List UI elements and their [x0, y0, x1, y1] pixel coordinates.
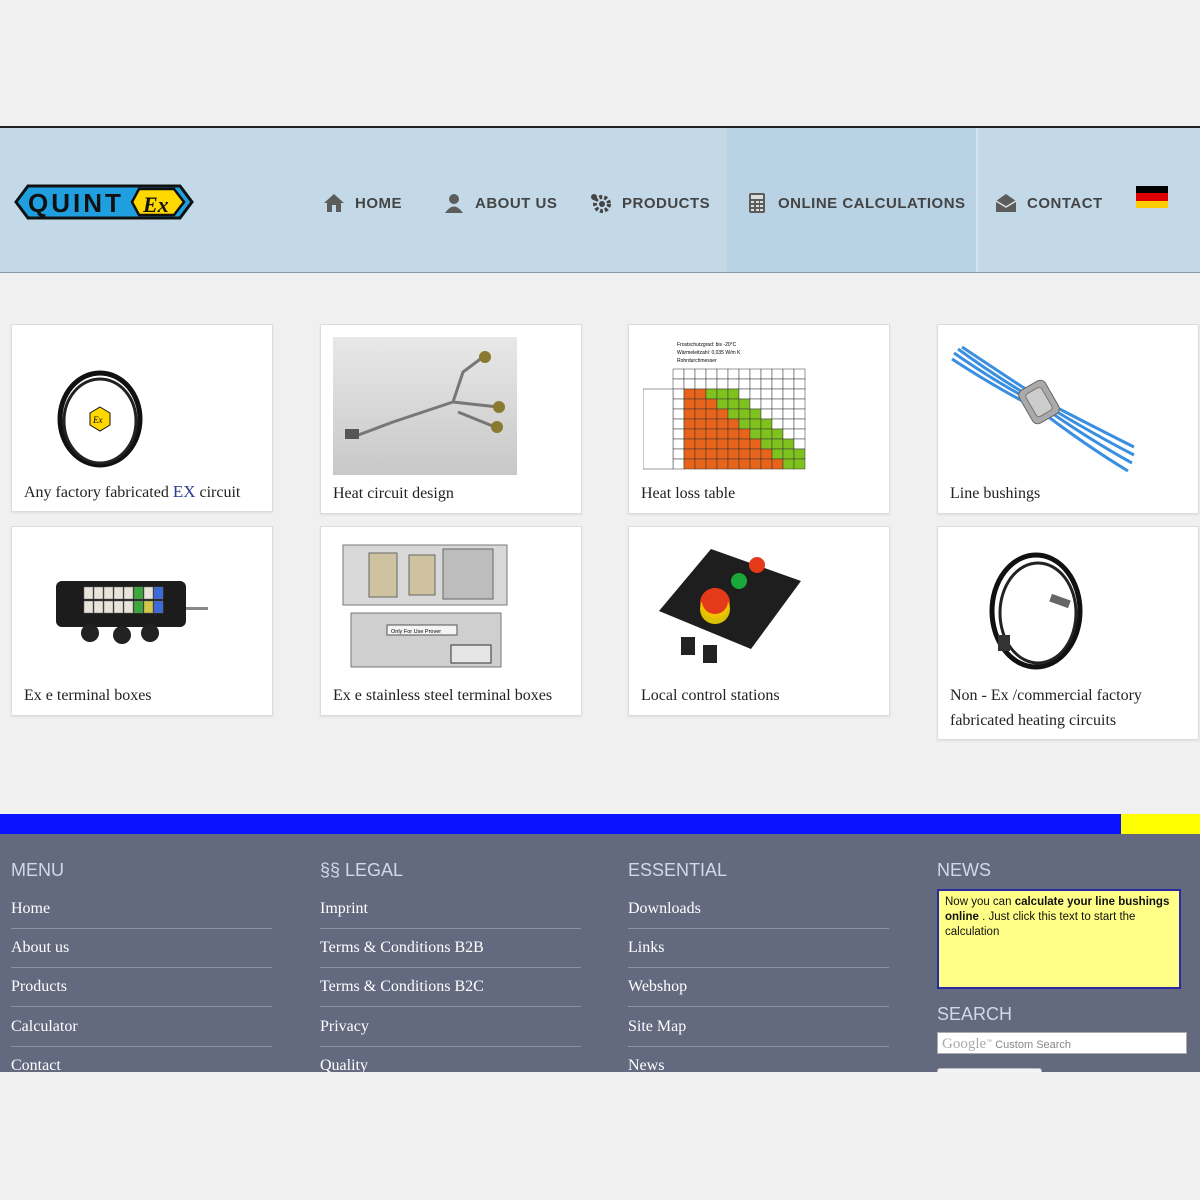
search-placeholder: Custom Search: [995, 1039, 1072, 1051]
footer-link-menu[interactable]: Home: [11, 900, 50, 918]
nav-online-calculations-label: ONLINE CALCULATIONS: [778, 194, 966, 212]
nav-about-us-label: ABOUT US: [475, 194, 558, 212]
line-bushings-image: [951, 345, 1135, 473]
footer-link-essential[interactable]: Links: [628, 939, 664, 957]
product-caption: Local control stations: [641, 687, 780, 704]
product-card-heat-circuit-design[interactable]: Heat circuit design: [320, 324, 582, 514]
heat-loss-table-image: Frostschutzgrad: bis -20°C Wärmeleitzahl…: [643, 342, 806, 470]
control-station-image: [659, 549, 801, 663]
product-card-stainless-terminal-boxes[interactable]: Only For Use Prover Ex e stainless steel…: [320, 526, 582, 716]
news-box[interactable]: Now you can calculate your line bushings…: [937, 889, 1181, 989]
footer-link-menu[interactable]: Contact: [11, 1057, 61, 1072]
footer-search-title: SEARCH: [937, 1004, 1013, 1024]
footer-separator: [320, 1006, 581, 1008]
product-caption: Ex e terminal boxes: [24, 687, 152, 704]
footer-link-essential[interactable]: Downloads: [628, 900, 701, 918]
footer-menu-title: MENU: [11, 860, 64, 880]
footer-separator: [11, 967, 272, 969]
nav-products[interactable]: PRODUCTS: [590, 184, 710, 222]
heat-circuit-design-image: [333, 337, 517, 475]
product-card-local-control-stations[interactable]: Local control stations: [628, 526, 890, 716]
stainless-terminal-box-image: Only For Use Prover: [342, 544, 508, 668]
footer-link-legal[interactable]: Terms & Conditions B2C: [320, 978, 484, 996]
product-card-ex-e-terminal-boxes[interactable]: Ex e terminal boxes: [11, 526, 273, 716]
footer-stripe-yellow: [1121, 814, 1200, 834]
house-icon: [324, 194, 344, 212]
product-caption: Any factory fabricated EX circuit: [24, 482, 241, 501]
footer-separator: [11, 1006, 272, 1008]
footer-link-menu[interactable]: About us: [11, 939, 69, 957]
logo-text: QUINT: [28, 188, 124, 218]
footer-separator: [320, 928, 581, 929]
gears-icon: [591, 194, 611, 213]
svg-text:Only For Use Prover: Only For Use Prover: [391, 629, 441, 635]
product-caption: Ex e stainless steel terminal boxes: [333, 687, 553, 704]
svg-text:Frostschutzgrad: bis -20°C: Frostschutzgrad: bis -20°C: [677, 342, 737, 348]
footer-stripe-blue: [0, 814, 1121, 834]
nav-products-label: PRODUCTS: [622, 194, 711, 212]
site-footer: MENU §§ LEGAL ESSENTIAL NEWS Home About u…: [0, 834, 1200, 1072]
footer-separator: [628, 1006, 889, 1008]
product-card-non-ex-heating-circuits[interactable]: Non - Ex /commercial factory fabricated h…: [937, 526, 1199, 740]
svg-text:Ex: Ex: [92, 415, 103, 425]
footer-link-essential[interactable]: Webshop: [628, 978, 687, 996]
footer-link-legal[interactable]: Privacy: [320, 1018, 369, 1036]
person-icon: [445, 194, 463, 213]
footer-separator: [628, 967, 889, 969]
non-ex-circuit-image: [989, 552, 1083, 670]
footer-news-title: NEWS: [937, 860, 991, 880]
nav-divider: [976, 128, 978, 272]
nav-online-calculations[interactable]: ONLINE CALCULATIONS: [746, 184, 966, 222]
footer-link-legal[interactable]: Quality: [320, 1057, 368, 1072]
svg-text:Rohrdurchmesser: Rohrdurchmesser: [677, 358, 717, 364]
ex-circuit-image: Ex: [57, 370, 143, 468]
nav-home[interactable]: HOME: [323, 184, 402, 222]
product-card-ex-circuit[interactable]: Ex Any factory fabricated EX circuit: [11, 324, 273, 512]
search-input[interactable]: Google™ Custom Search: [937, 1032, 1187, 1054]
product-caption: Heat circuit design: [333, 485, 454, 502]
product-card-line-bushings[interactable]: Line bushings: [937, 324, 1199, 514]
footer-separator: [628, 1045, 889, 1047]
footer-separator: [628, 928, 889, 929]
footer-separator: [11, 1045, 272, 1047]
footer-separator: [320, 1045, 581, 1047]
footer-link-legal[interactable]: Terms & Conditions B2B: [320, 939, 484, 957]
footer-link-essential[interactable]: News: [628, 1057, 664, 1072]
footer-link-essential[interactable]: Site Map: [628, 1018, 686, 1036]
product-caption: Heat loss table: [641, 485, 736, 502]
nav-about-us[interactable]: ABOUT US: [443, 184, 557, 222]
product-caption: Line bushings: [950, 485, 1041, 502]
nav-home-label: HOME: [355, 194, 402, 212]
nav-contact[interactable]: CONTACT: [995, 184, 1103, 222]
footer-separator: [320, 967, 581, 969]
product-caption: Non - Ex /commercial factory fabricated h…: [950, 687, 1142, 729]
logo-ex-text: Ex: [142, 192, 169, 217]
envelope-icon: [995, 194, 1017, 212]
footer-link-menu[interactable]: Calculator: [11, 1018, 78, 1036]
footer-link-legal[interactable]: Imprint: [320, 900, 368, 918]
footer-legal-title: §§ LEGAL: [320, 860, 404, 880]
footer-essential-title: ESSENTIAL: [628, 860, 728, 880]
footer-link-menu[interactable]: Products: [11, 978, 67, 996]
nav-contact-label: CONTACT: [1027, 194, 1103, 212]
svg-text:Wärmeleitzahl: 0,035 W/m K: Wärmeleitzahl: 0,035 W/m K: [677, 350, 741, 356]
footer-separator: [11, 928, 272, 929]
product-card-heat-loss-table[interactable]: Frostschutzgrad: bis -20°C Wärmeleitzahl…: [628, 324, 890, 514]
calculator-icon: [749, 193, 765, 213]
google-logo: Google: [942, 1036, 987, 1052]
search-button[interactable]: [937, 1068, 1042, 1072]
german-flag-icon[interactable]: [1136, 186, 1168, 208]
terminal-box-image: [56, 581, 208, 644]
quintex-logo[interactable]: QUINT Ex: [14, 183, 194, 221]
